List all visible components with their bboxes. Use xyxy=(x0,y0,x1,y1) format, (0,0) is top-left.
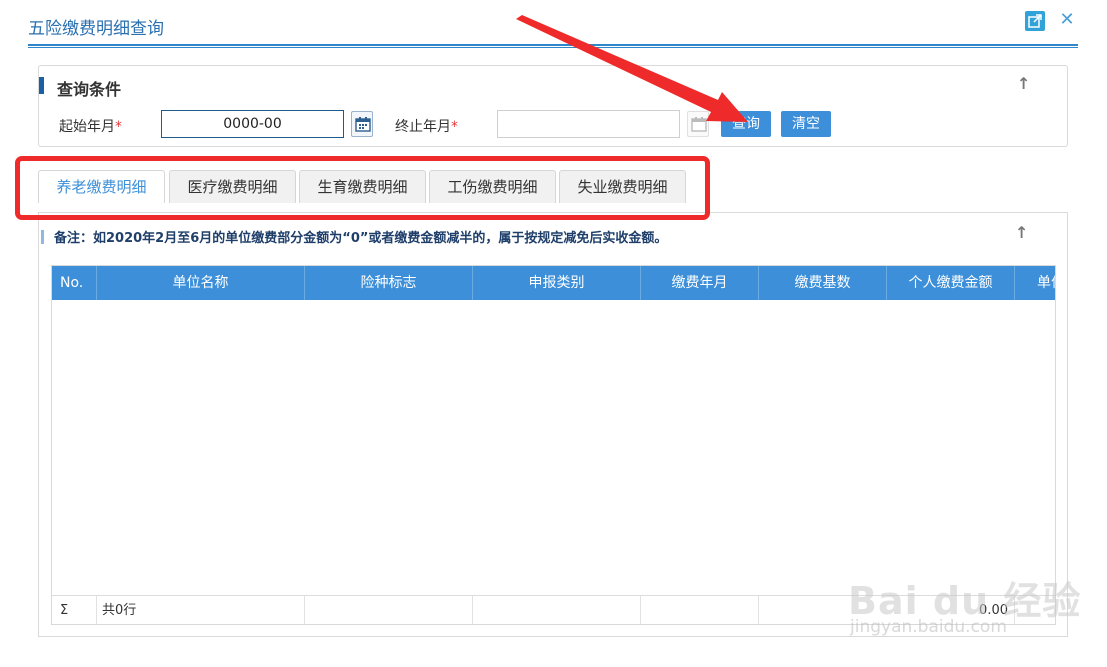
annotation-arrow xyxy=(516,15,748,122)
watermark-url: jingyan.baidu.com xyxy=(850,617,1007,637)
